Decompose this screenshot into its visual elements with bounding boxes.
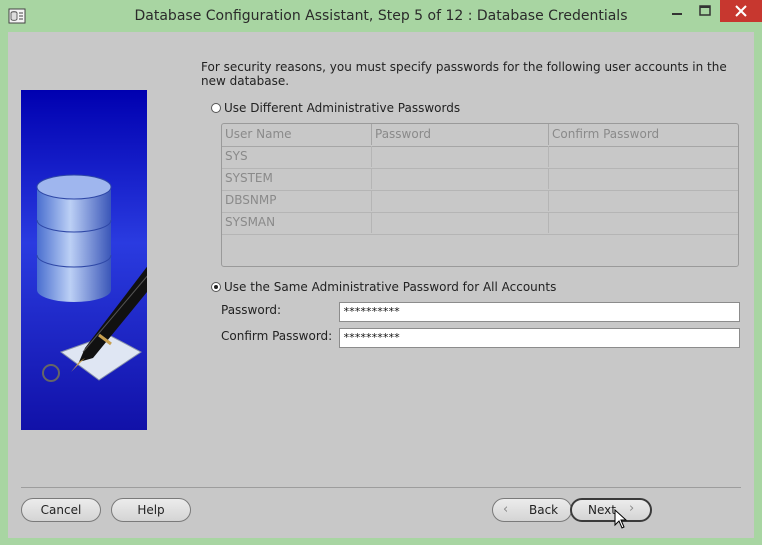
database-cylinder-icon (36, 174, 112, 302)
minimize-icon (672, 13, 682, 15)
radio-same-label: Use the Same Administrative Password for… (224, 280, 557, 294)
password-field[interactable]: ********** (339, 302, 740, 322)
table-row: DBSNMP (222, 190, 738, 213)
confirm-password-field[interactable]: ********** (339, 328, 740, 348)
dialog-content: For security reasons, you must specify p… (8, 32, 754, 538)
cell-password (372, 146, 549, 167)
chevron-right-icon: › (629, 501, 635, 516)
cell-confirm-password (549, 146, 738, 167)
cancel-button[interactable]: Cancel (21, 498, 101, 522)
close-icon (735, 5, 747, 17)
footer-separator (21, 487, 741, 488)
column-header-confirm-password: Confirm Password (552, 127, 660, 141)
cell-confirm-password (549, 212, 738, 233)
cell-confirm-password (549, 190, 738, 211)
cell-password (372, 190, 549, 211)
dbca-window: Database Configuration Assistant, Step 5… (0, 0, 762, 545)
radio-different-label: Use Different Administrative Passwords (224, 101, 461, 115)
table-row: SYSMAN (222, 212, 738, 235)
cell-password (372, 212, 549, 233)
next-button[interactable]: Next › (570, 498, 652, 522)
user-password-table: User Name Password Confirm Password SYS … (221, 123, 739, 267)
cell-user-name: SYSMAN (222, 212, 372, 233)
title-bar[interactable]: Database Configuration Assistant, Step 5… (0, 0, 762, 32)
column-header-user-name: User Name (222, 124, 372, 145)
password-label: Password: (221, 303, 282, 317)
chevron-left-icon: ‹ (503, 502, 509, 517)
radio-different-indicator[interactable] (211, 103, 221, 113)
cell-password (372, 168, 549, 189)
intro-text: For security reasons, you must specify p… (201, 60, 727, 88)
cell-user-name: DBSNMP (222, 190, 372, 211)
radio-same-indicator[interactable] (211, 282, 221, 292)
maximize-button[interactable] (692, 0, 719, 22)
back-button[interactable]: ‹ Back (492, 498, 572, 522)
mouse-cursor-icon (614, 509, 628, 529)
wizard-banner-image (21, 90, 147, 430)
column-header-password: Password (372, 124, 549, 145)
help-button[interactable]: Help (111, 498, 191, 522)
confirm-password-label: Confirm Password: (221, 329, 333, 343)
table-row: SYS (222, 146, 738, 169)
back-button-label: Back (529, 503, 559, 517)
window-title: Database Configuration Assistant, Step 5… (134, 8, 628, 24)
maximize-icon (699, 5, 711, 16)
close-button[interactable] (720, 0, 762, 22)
cell-user-name: SYSTEM (222, 168, 372, 189)
minimize-button[interactable] (663, 0, 691, 22)
next-button-label: Next (588, 503, 616, 517)
cell-user-name: SYS (222, 146, 372, 167)
cell-confirm-password (549, 168, 738, 189)
table-row: SYSTEM (222, 168, 738, 191)
table-header: User Name Password Confirm Password (222, 124, 738, 147)
